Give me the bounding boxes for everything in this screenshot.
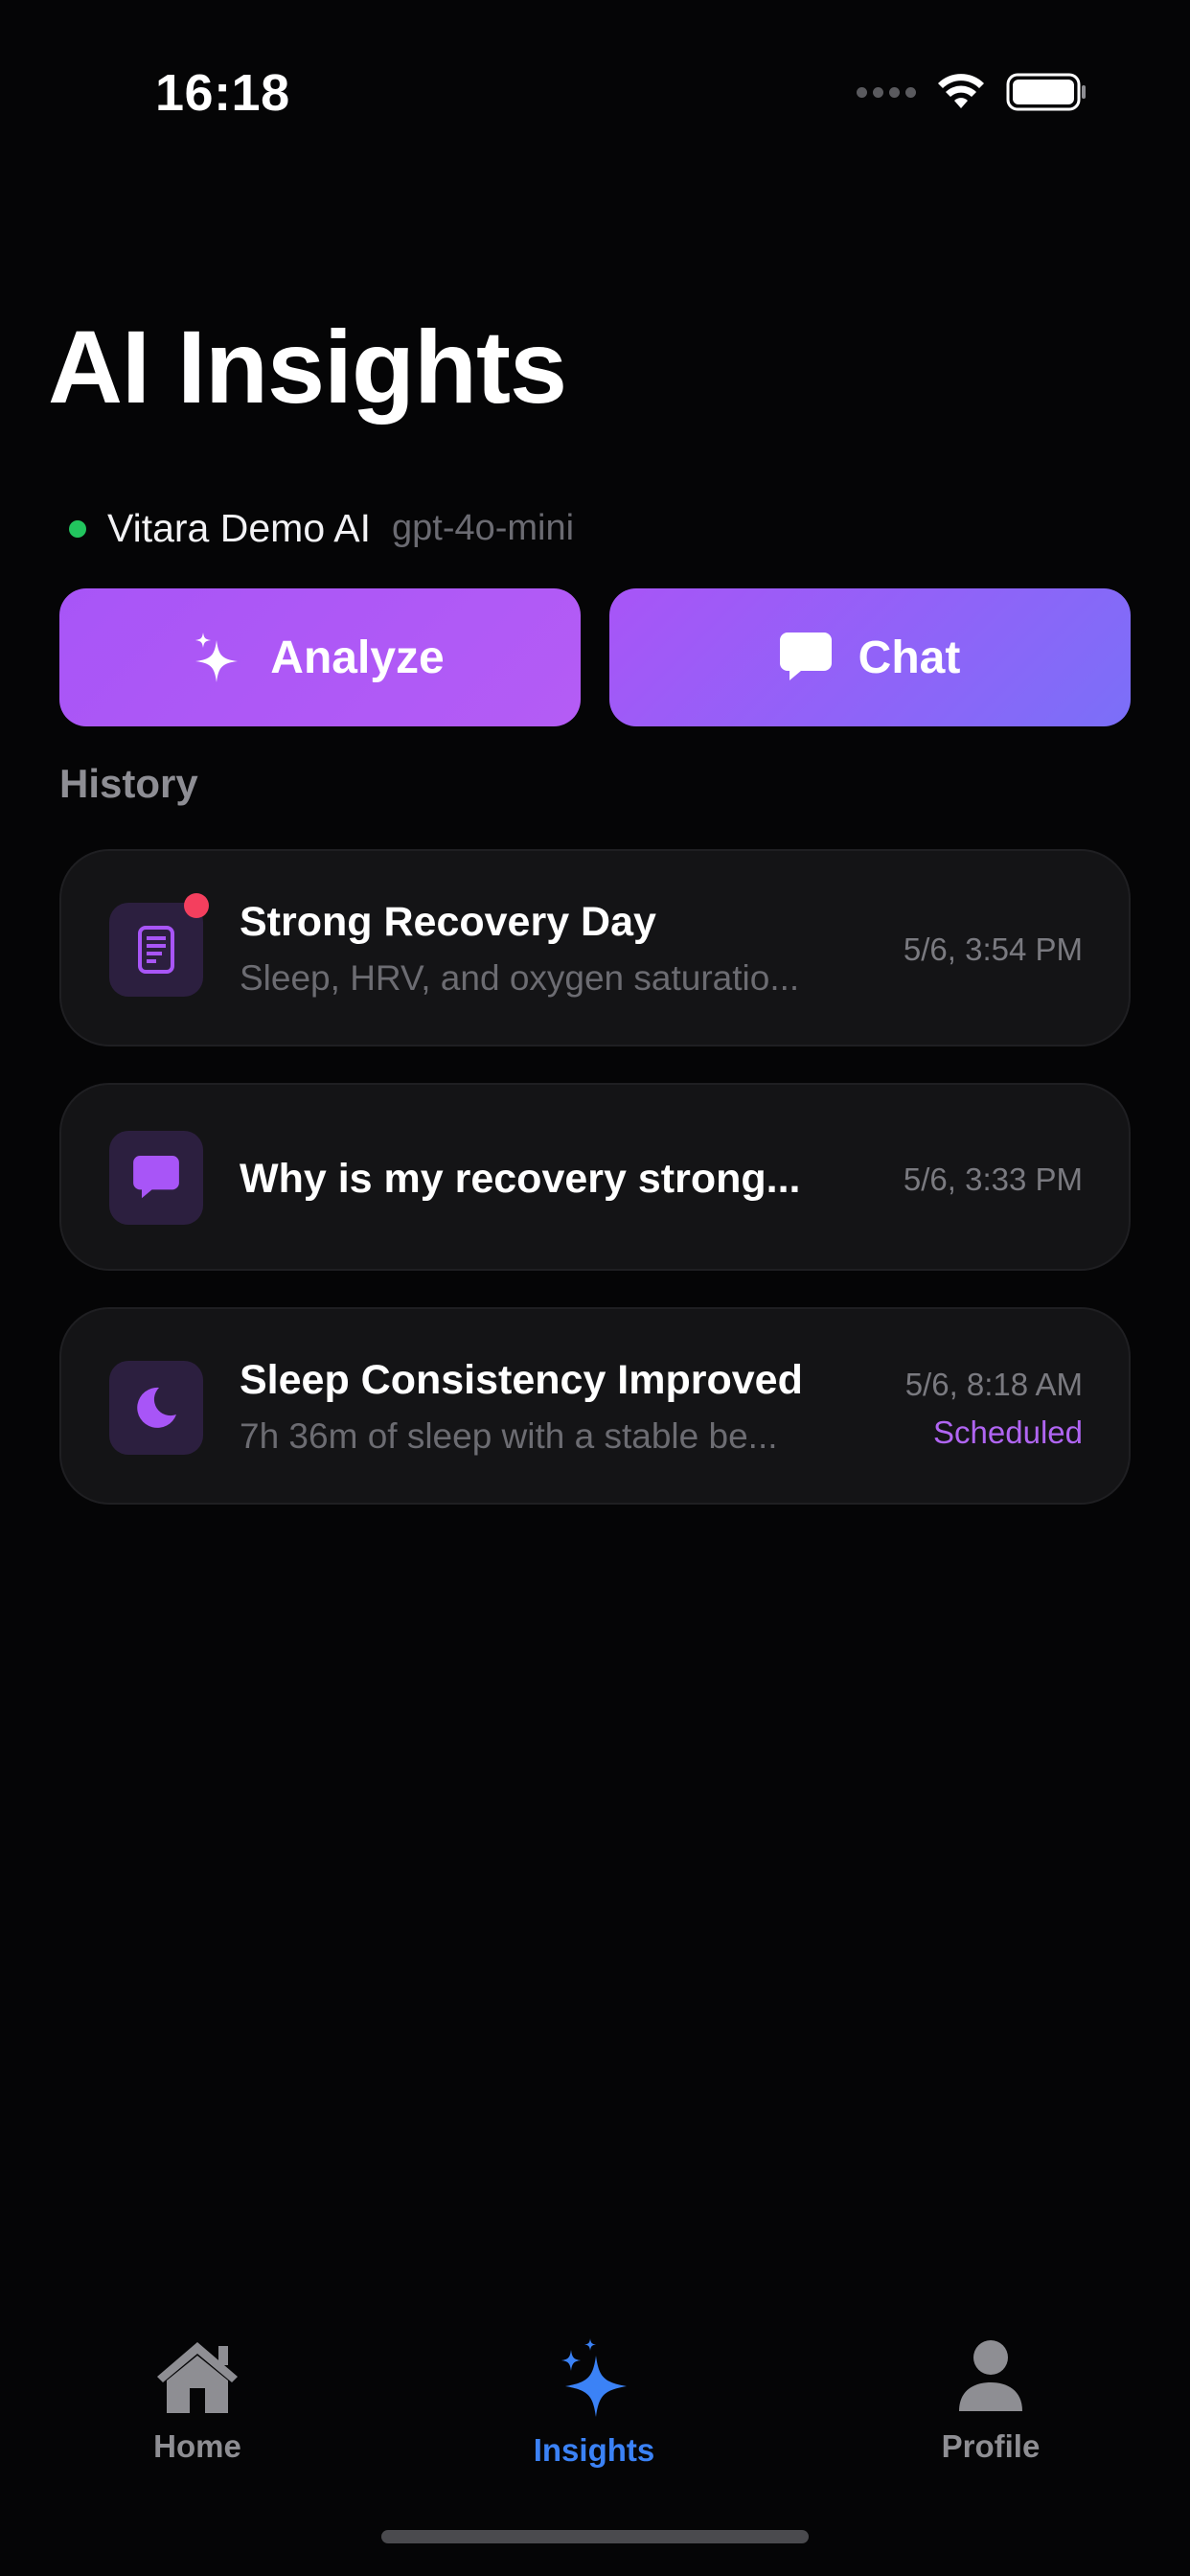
sparkles-icon — [195, 631, 243, 684]
sparkles-icon — [561, 2338, 627, 2417]
card-subtitle: 7h 36m of sleep with a stable be... — [240, 1416, 778, 1456]
model-name: Vitara Demo AI — [107, 506, 371, 550]
scheduled-badge: Scheduled — [933, 1414, 1083, 1450]
screen: 16:18 AI Insights Vitara Demo AI gpt-4o-… — [0, 0, 1190, 2576]
online-status-dot — [69, 519, 86, 538]
battery-icon — [1006, 73, 1086, 111]
card-time: 5/6, 3:33 PM — [903, 1162, 1083, 1197]
history-card[interactable]: Why is my recovery strong... 5/6, 3:33 P… — [59, 1083, 1131, 1271]
tab-label: Insights — [533, 2432, 655, 2468]
status-time: 16:18 — [155, 64, 290, 122]
history-card[interactable]: Sleep Consistency Improved 7h 36m of sle… — [59, 1307, 1131, 1505]
page-title: AI Insights — [48, 309, 567, 425]
card-title: Strong Recovery Day — [240, 899, 656, 945]
moon-icon — [109, 1361, 203, 1455]
chat-button[interactable]: Chat — [609, 588, 1131, 726]
report-icon — [109, 903, 203, 997]
history-card[interactable]: Strong Recovery Day Sleep, HRV, and oxyg… — [59, 849, 1131, 1046]
analyze-button[interactable]: Analyze — [59, 588, 581, 726]
unread-dot — [184, 893, 209, 918]
person-icon — [959, 2340, 1022, 2411]
card-subtitle: Sleep, HRV, and oxygen saturatio... — [240, 958, 800, 998]
chat-bubble-icon — [779, 632, 832, 682]
card-title: Why is my recovery strong... — [240, 1156, 801, 1202]
tab-insights[interactable]: Insights — [450, 2338, 738, 2469]
status-icons — [857, 73, 1087, 111]
card-title: Sleep Consistency Improved — [240, 1357, 803, 1403]
cellular-signal-icon — [857, 86, 916, 98]
tab-profile[interactable]: Profile — [847, 2338, 1134, 2465]
model-row: Vitara Demo AI gpt-4o-mini — [69, 506, 574, 551]
chat-bubble-icon — [109, 1131, 203, 1225]
card-time: 5/6, 3:54 PM — [903, 932, 1083, 967]
wifi-icon — [938, 74, 984, 108]
card-time: 5/6, 8:18 AM — [904, 1367, 1083, 1402]
tab-label: Home — [153, 2428, 241, 2464]
history-title: History — [59, 761, 198, 806]
tab-home[interactable]: Home — [54, 2338, 341, 2465]
tab-label: Profile — [941, 2428, 1041, 2464]
chat-label: Chat — [858, 632, 961, 683]
model-id: gpt-4o-mini — [392, 508, 575, 548]
home-icon — [157, 2342, 238, 2413]
home-indicator[interactable] — [381, 2530, 809, 2543]
analyze-label: Analyze — [270, 632, 445, 683]
